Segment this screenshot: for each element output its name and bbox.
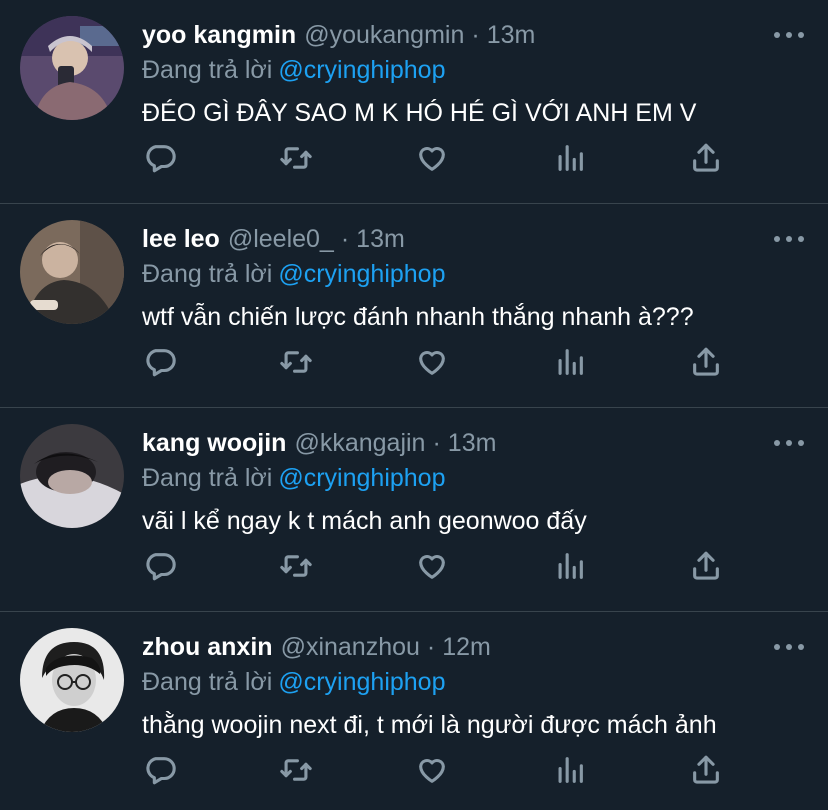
like-icon (419, 350, 445, 375)
display-name[interactable]: yoo kangmin (142, 19, 296, 51)
reply-button[interactable] (140, 138, 180, 178)
replying-to: Đang trả lời @cryinghiphop (142, 666, 445, 698)
retweet-icon (280, 555, 312, 577)
replying-to-link[interactable]: @cryinghiphop (278, 464, 445, 492)
display-name[interactable]: lee leo (142, 223, 220, 255)
retweet-icon (280, 759, 312, 781)
user-handle[interactable]: @kkangajin (294, 427, 425, 459)
reply-button[interactable] (140, 750, 180, 790)
analytics-button[interactable] (550, 342, 590, 382)
replying-to-label: Đang trả lời (142, 56, 273, 84)
action-bar (140, 138, 740, 178)
analytics-icon (558, 349, 583, 375)
retweet-button[interactable] (276, 138, 316, 178)
share-button[interactable] (686, 342, 726, 382)
share-icon (693, 755, 719, 784)
like-button[interactable] (412, 750, 452, 790)
avatar-photo (20, 628, 124, 732)
retweet-icon (280, 351, 312, 373)
tweet-text: thằng woojin next đi, t mới là người đượ… (142, 711, 717, 739)
user-handle[interactable]: @xinanzhou (281, 631, 420, 663)
timestamp[interactable]: 13m (356, 223, 405, 255)
like-icon (419, 146, 445, 171)
reply-icon (146, 553, 176, 581)
avatar[interactable] (20, 220, 124, 324)
like-button[interactable] (412, 342, 452, 382)
retweet-button[interactable] (276, 546, 316, 586)
like-button[interactable] (412, 546, 452, 586)
more-options-icon[interactable] (774, 26, 804, 44)
analytics-icon (558, 553, 583, 579)
reply-button[interactable] (140, 342, 180, 382)
timestamp[interactable]: 13m (448, 427, 497, 459)
tweet-text: wtf vẫn chiến lược đánh nhanh thắng nhan… (142, 303, 694, 331)
replying-to: Đang trả lời @cryinghiphop (142, 54, 445, 86)
more-options-icon[interactable] (774, 230, 804, 248)
user-handle[interactable]: @youkangmin (304, 19, 464, 51)
share-button[interactable] (686, 750, 726, 790)
analytics-button[interactable] (550, 546, 590, 586)
like-icon (419, 758, 445, 783)
tweet-text: ĐÉO GÌ ĐÂY SAO M K HÓ HÉ GÌ VỚI ANH EM V (142, 99, 697, 127)
separator-dot: · (471, 21, 480, 49)
separator-dot: · (426, 633, 436, 661)
user-handle[interactable]: @leele0_ (228, 223, 334, 255)
reply-icon (146, 757, 176, 785)
analytics-icon (558, 145, 583, 171)
replying-to-label: Đang trả lời (142, 668, 273, 696)
display-name[interactable]: zhou anxin (142, 631, 273, 663)
tweet-text: vãi l kể ngay k t mách anh geonwoo đấy (142, 507, 587, 535)
replying-to: Đang trả lời @cryinghiphop (142, 258, 445, 290)
avatar-photo (20, 220, 124, 324)
replying-to-link[interactable]: @cryinghiphop (278, 668, 445, 696)
display-name[interactable]: kang woojin (142, 427, 286, 459)
reply-button[interactable] (140, 546, 180, 586)
share-button[interactable] (686, 546, 726, 586)
replying-to-label: Đang trả lời (142, 464, 273, 492)
avatar-photo (20, 16, 124, 120)
replying-to-link[interactable]: @cryinghiphop (278, 56, 445, 84)
more-options-icon[interactable] (774, 434, 804, 452)
share-icon (693, 143, 719, 172)
separator-dot: · (432, 429, 441, 457)
action-bar (140, 750, 740, 790)
replying-to-label: Đang trả lời (142, 260, 273, 288)
separator-dot: · (340, 225, 350, 253)
replying-to-link[interactable]: @cryinghiphop (278, 260, 445, 288)
share-icon (693, 551, 719, 580)
timestamp[interactable]: 13m (487, 19, 536, 51)
analytics-button[interactable] (550, 138, 590, 178)
avatar[interactable] (20, 628, 124, 732)
tweet[interactable]: lee leo @leele0_ · 13m Đang trả lời @cryi… (0, 204, 828, 408)
like-icon (419, 554, 445, 579)
retweet-button[interactable] (276, 342, 316, 382)
retweet-button[interactable] (276, 750, 316, 790)
like-button[interactable] (412, 138, 452, 178)
retweet-icon (280, 147, 312, 169)
analytics-icon (558, 757, 583, 783)
replying-to: Đang trả lời @cryinghiphop (142, 462, 445, 494)
action-bar (140, 342, 740, 382)
reply-icon (146, 349, 176, 377)
tweet[interactable]: zhou anxin @xinanzhou · 12m Đang trả lời… (0, 612, 828, 810)
tweet[interactable]: kang woojin @kkangajin · 13m Đang trả lờ… (0, 408, 828, 612)
more-options-icon[interactable] (774, 638, 804, 656)
timestamp[interactable]: 12m (442, 631, 491, 663)
share-icon (693, 347, 719, 376)
reply-icon (146, 145, 176, 173)
avatar[interactable] (20, 424, 124, 528)
avatar-photo (20, 424, 124, 528)
action-bar (140, 546, 740, 586)
tweet[interactable]: yoo kangmin @youkangmin · 13m Đang trả l… (0, 0, 828, 204)
analytics-button[interactable] (550, 750, 590, 790)
share-button[interactable] (686, 138, 726, 178)
avatar[interactable] (20, 16, 124, 120)
